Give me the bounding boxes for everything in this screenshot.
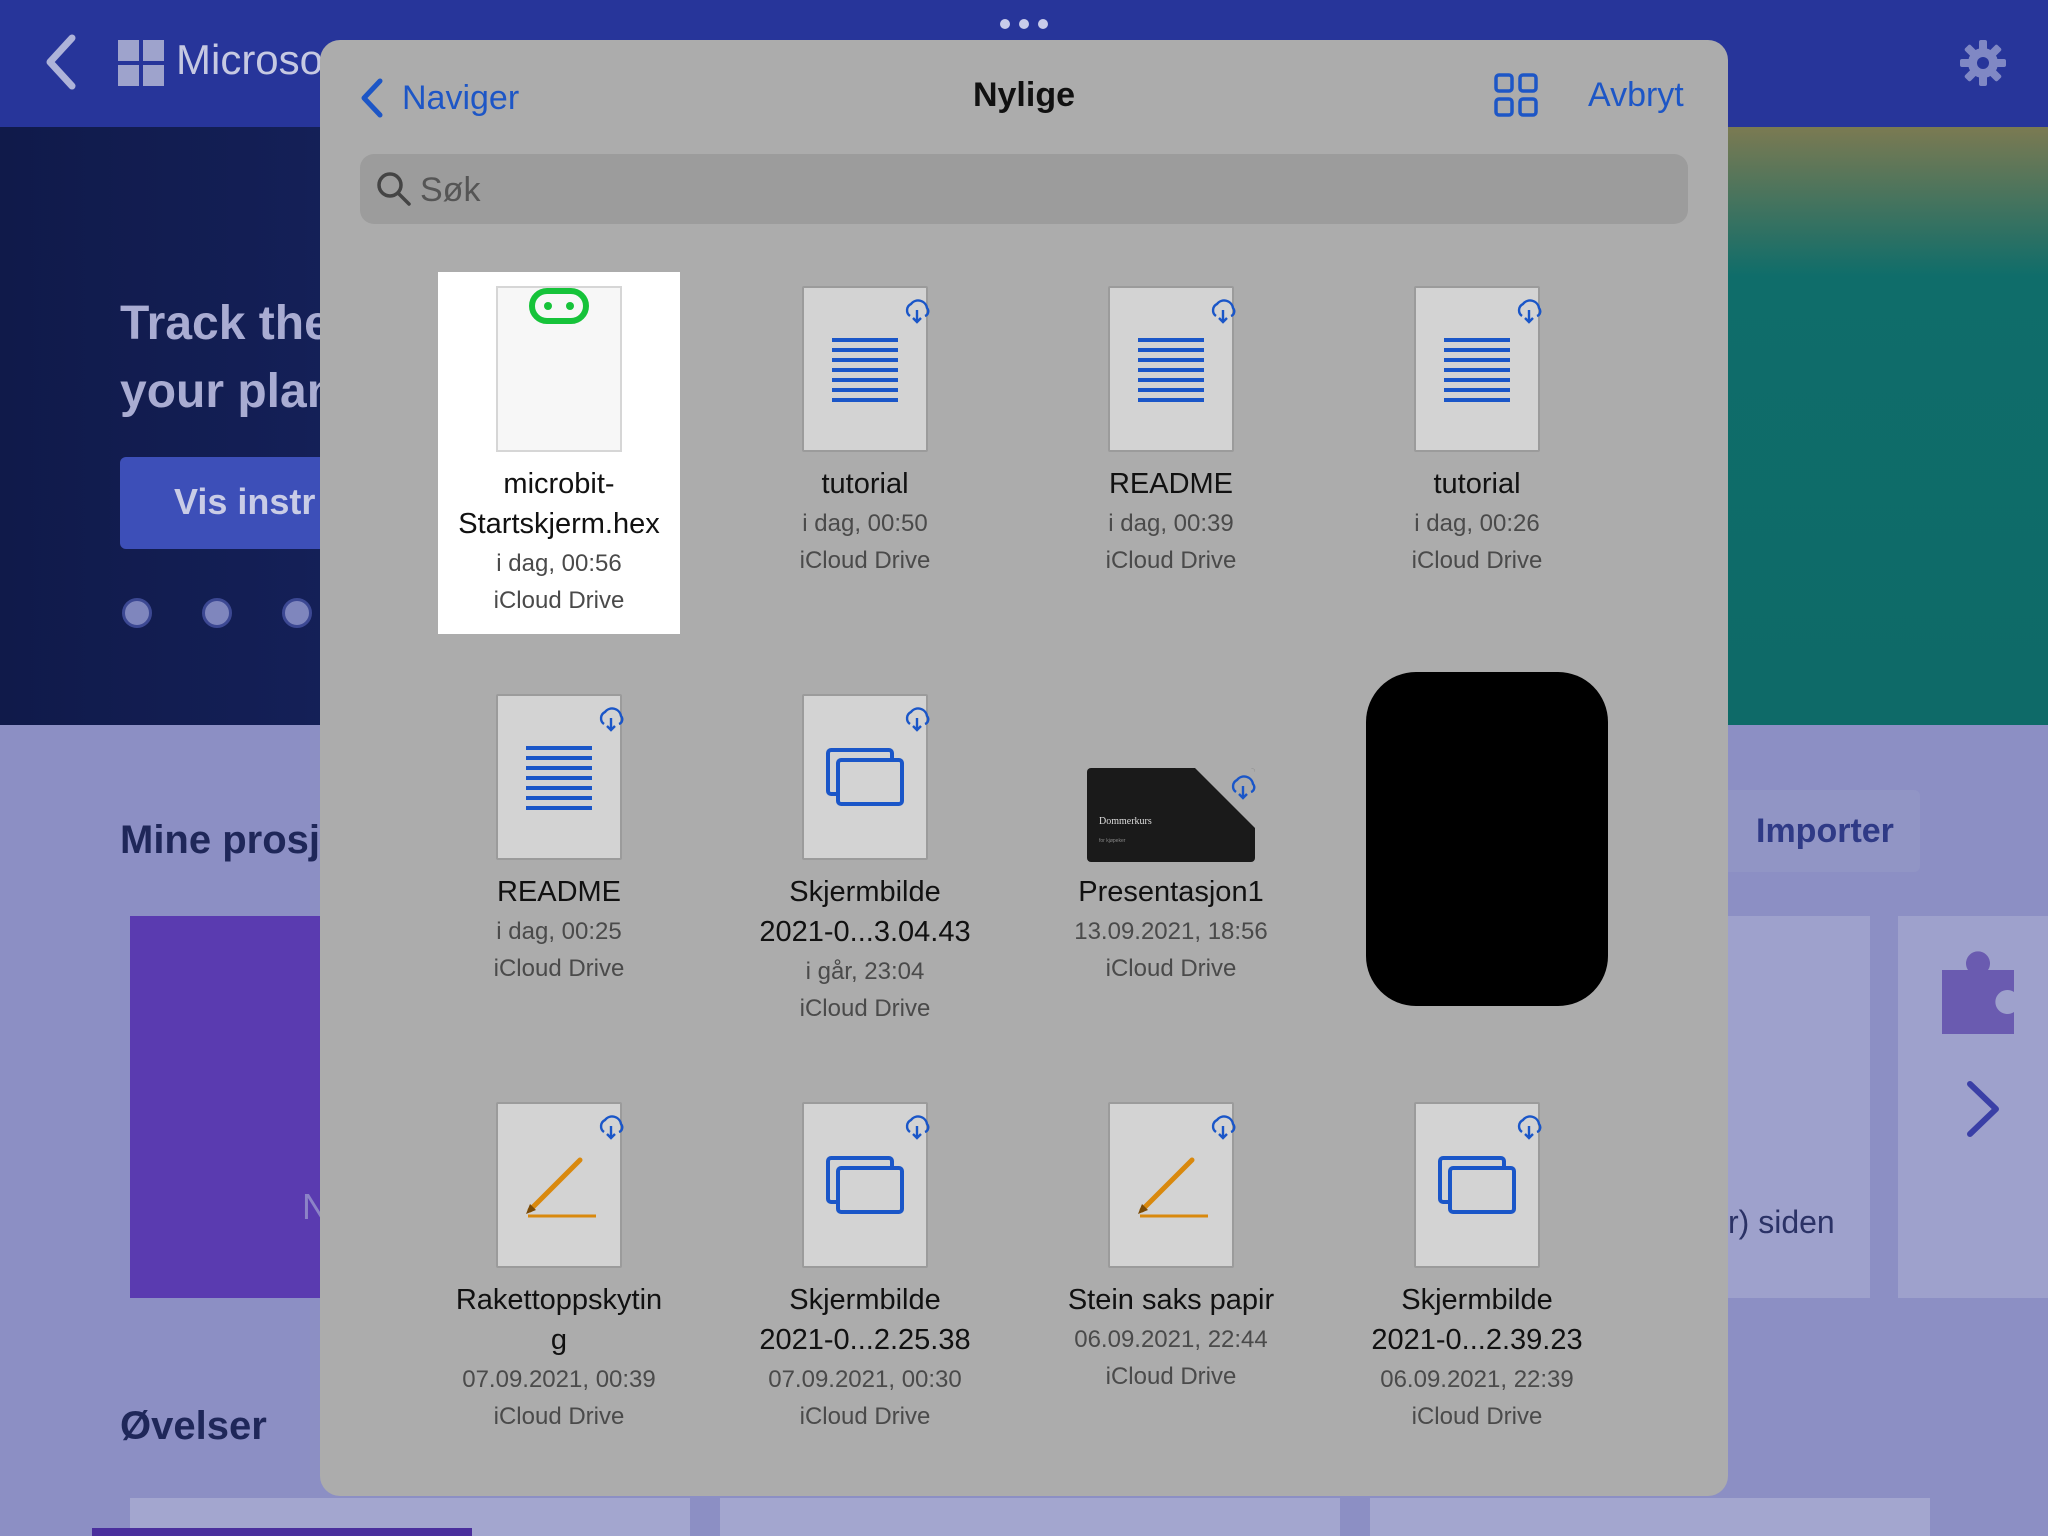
exercise-card[interactable] [1370, 1498, 1930, 1536]
file-date: i dag, 00:26 [1414, 510, 1540, 537]
file-name: tutorial [1433, 468, 1521, 500]
cloud-download-icon [1211, 1115, 1236, 1140]
card-accent-strip [92, 1528, 472, 1536]
file-name: Skjermbilde 2021-0...2.25.38 [759, 1284, 971, 1356]
search-input[interactable] [418, 164, 1662, 216]
file-location: iCloud Drive [493, 587, 625, 614]
projects-heading: Mine prosj [120, 818, 321, 862]
file-location: iCloud Drive [1105, 955, 1237, 982]
file-date: i går, 23:04 [805, 958, 925, 985]
file-location: iCloud Drive [799, 547, 931, 574]
file-date: 07.09.2021, 00:30 [768, 1366, 962, 1393]
hero-image [1700, 127, 2048, 725]
file-item[interactable]: tutorial i dag, 00:26 iCloud Drive [1356, 272, 1598, 634]
search-bar[interactable] [360, 154, 1688, 224]
microbit-hex-icon [496, 286, 622, 452]
cloud-download-icon [1231, 775, 1256, 800]
file-item[interactable]: Skjermbilde 2021-0...2.25.38 07.09.2021, … [744, 1088, 986, 1450]
file-item[interactable]: Stein saks papir 06.09.2021, 22:44 iClou… [1050, 1088, 1292, 1450]
hero-title: Track the your plan [120, 297, 337, 418]
file-location: iCloud Drive [1105, 1363, 1237, 1390]
file-name: Stein saks papir [1067, 1284, 1275, 1316]
file-name: Skjermbilde 2021-0...3.04.43 [759, 876, 971, 948]
file-name: microbit- Startskjerm.hex [458, 468, 660, 540]
cloud-download-icon [905, 707, 930, 732]
file-date: i dag, 00:25 [496, 918, 622, 945]
back-arrow-icon[interactable] [40, 30, 88, 94]
file-item[interactable]: Skjermbilde 2021-0...3.04.43 i går, 23:04… [744, 680, 986, 1042]
exercise-card[interactable] [720, 1498, 1340, 1536]
file-date: 06.09.2021, 22:39 [1380, 1366, 1574, 1393]
new-project-card[interactable]: N [130, 916, 330, 1298]
file-location: iCloud Drive [799, 1403, 931, 1430]
gear-icon[interactable] [1958, 38, 2008, 88]
cloud-download-icon [905, 1115, 930, 1140]
file-name: Presentasjon1 [1078, 876, 1264, 908]
file-date: i dag, 00:50 [802, 510, 928, 537]
grid-view-icon[interactable] [1494, 73, 1538, 117]
file-name: README [1108, 468, 1234, 500]
file-location: iCloud Drive [1411, 547, 1543, 574]
cloud-download-icon [905, 299, 930, 324]
file-date: i dag, 00:56 [496, 550, 622, 577]
file-item[interactable]: tutorial i dag, 00:50 iCloud Drive [744, 272, 986, 634]
recent-files-sheet: Naviger Nylige Avbryt microbit-Startskje… [320, 40, 1728, 1496]
redacted-file-item[interactable] [1366, 672, 1608, 1006]
chevron-right-icon[interactable] [1958, 1078, 2008, 1140]
file-location: iCloud Drive [493, 1403, 625, 1430]
file-item[interactable]: Dommerkurs for kjøpeker Presentasjon1 13… [1050, 680, 1292, 1042]
file-location: iCloud Drive [493, 955, 625, 982]
file-item[interactable]: Skjermbilde 2021-0...2.39.23 06.09.2021, … [1356, 1088, 1598, 1450]
file-date: 13.09.2021, 18:56 [1074, 918, 1268, 945]
file-location: iCloud Drive [799, 995, 931, 1022]
file-date: i dag, 00:39 [1108, 510, 1234, 537]
cloud-download-icon [1211, 299, 1236, 324]
cloud-download-icon [1517, 1115, 1542, 1140]
file-date: 07.09.2021, 00:39 [462, 1366, 656, 1393]
puzzle-icon [1942, 951, 2014, 1034]
cloud-download-icon [1517, 299, 1542, 324]
file-location: iCloud Drive [1411, 1403, 1543, 1430]
carousel-dot[interactable] [202, 598, 232, 628]
project-card-caption: r) siden [1728, 1204, 1835, 1240]
sheet-grabber[interactable] [1000, 19, 1048, 31]
file-name: Rakettoppskytin g [455, 1284, 663, 1356]
file-item[interactable]: Rakettoppskytin g 07.09.2021, 00:39 iClou… [438, 1088, 680, 1450]
file-item[interactable]: README i dag, 00:25 iCloud Drive [438, 680, 680, 1042]
file-item[interactable]: README i dag, 00:39 iCloud Drive [1050, 272, 1292, 634]
file-location: iCloud Drive [1105, 547, 1237, 574]
file-name: README [496, 876, 622, 908]
exercises-heading: Øvelser [120, 1404, 267, 1448]
file-name: tutorial [821, 468, 909, 500]
cancel-button[interactable]: Avbryt [1588, 76, 1684, 115]
file-date: 06.09.2021, 22:44 [1074, 1326, 1268, 1353]
carousel-dot[interactable] [122, 598, 152, 628]
cloud-download-icon [599, 1115, 624, 1140]
file-item[interactable]: microbit- Startskjerm.hex i dag, 00:56 iC… [438, 272, 680, 634]
cloud-download-icon [599, 707, 624, 732]
microsoft-logo-icon [118, 40, 164, 86]
search-icon [377, 172, 411, 206]
carousel-dot[interactable] [282, 598, 312, 628]
file-name: Skjermbilde 2021-0...2.39.23 [1371, 1284, 1583, 1356]
